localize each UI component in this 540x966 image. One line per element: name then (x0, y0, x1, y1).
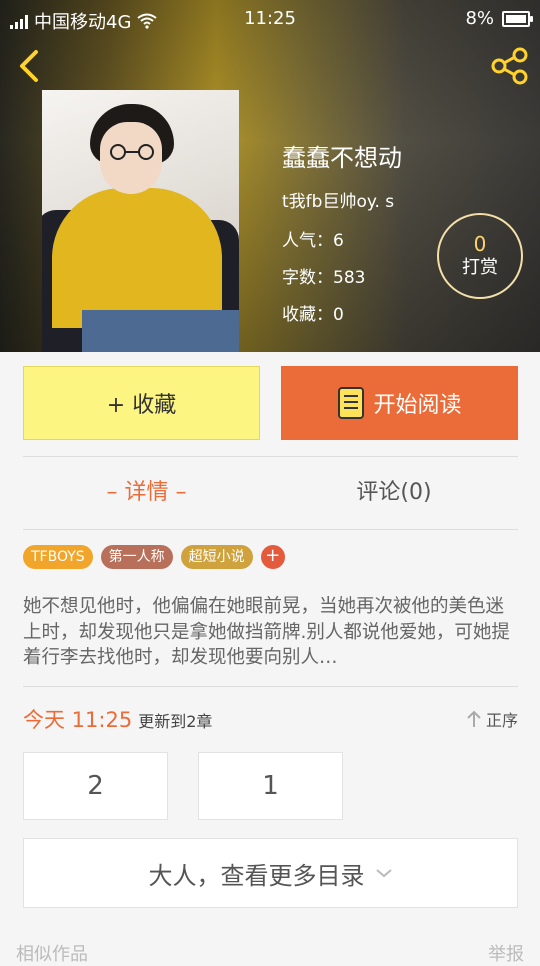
popularity-stat: 人气：6 (282, 231, 344, 251)
status-right: 8% (465, 8, 533, 29)
tip-count: 0 (473, 232, 487, 256)
share-icon[interactable] (490, 46, 530, 86)
divider (23, 686, 518, 687)
divider (23, 529, 518, 530)
tab-details[interactable]: – 详情 – (23, 474, 270, 506)
start-reading-label: 开始阅读 (373, 393, 462, 418)
book-cover[interactable] (42, 90, 239, 352)
similar-works-heading: 相似作品 (16, 944, 88, 965)
book-info: 蠢蠢不想动 t我fb巨帅oy. s 人气：6 字数：583 收藏：0 (282, 138, 402, 337)
chapter-button[interactable]: 2 (23, 752, 168, 820)
book-icon (338, 387, 365, 419)
sort-toggle[interactable]: 正序 (466, 707, 518, 731)
update-info: 今天 11:25 更新到2章 (23, 704, 212, 734)
status-bar: 中国移动4G 11:25 8% (0, 0, 540, 38)
start-reading-button[interactable]: 开始阅读 (281, 366, 518, 440)
more-catalog-label: 大人，查看更多目录 (148, 861, 365, 890)
sort-label: 正序 (485, 711, 518, 730)
book-author[interactable]: t我fb巨帅oy. s (282, 187, 402, 212)
battery-percent: 8% (465, 8, 494, 29)
tip-label: 打赏 (462, 257, 498, 278)
add-tag-button[interactable]: + (260, 545, 285, 569)
status-time: 11:25 (244, 8, 296, 29)
chapter-button[interactable]: 1 (198, 752, 343, 820)
arrow-up-icon (467, 710, 481, 727)
update-chapter: 更新到2章 (138, 712, 213, 731)
chevron-down-icon (375, 869, 392, 878)
more-catalog-button[interactable]: 大人，查看更多目录 (23, 838, 518, 908)
tag-tfboys[interactable]: TFBOYS (23, 545, 93, 569)
divider (23, 456, 518, 457)
tag-first-person[interactable]: 第一人称 (100, 545, 173, 569)
favorites-stat: 收藏：0 (282, 305, 344, 325)
tip-button[interactable]: 0 打赏 (437, 213, 523, 299)
add-to-favorites-button[interactable]: + 收藏 (23, 366, 260, 440)
back-icon[interactable] (14, 48, 46, 84)
tag-list: TFBOYS 第一人称 超短小说 + (23, 545, 285, 569)
update-time: 今天 11:25 (23, 708, 133, 732)
word-count-stat: 字数：583 (282, 268, 366, 288)
report-link[interactable]: 举报 (488, 940, 524, 966)
book-synopsis[interactable]: 她不想见他时，他偏偏在她眼前晃，当她再次被他的美色迷上时，却发现他只是拿她做挡箭… (23, 594, 518, 672)
tab-comments[interactable]: 评论(0) (270, 474, 518, 506)
tag-short-story[interactable]: 超短小说 (180, 545, 253, 569)
battery-icon (502, 10, 533, 27)
book-title: 蠢蠢不想动 (282, 144, 402, 172)
